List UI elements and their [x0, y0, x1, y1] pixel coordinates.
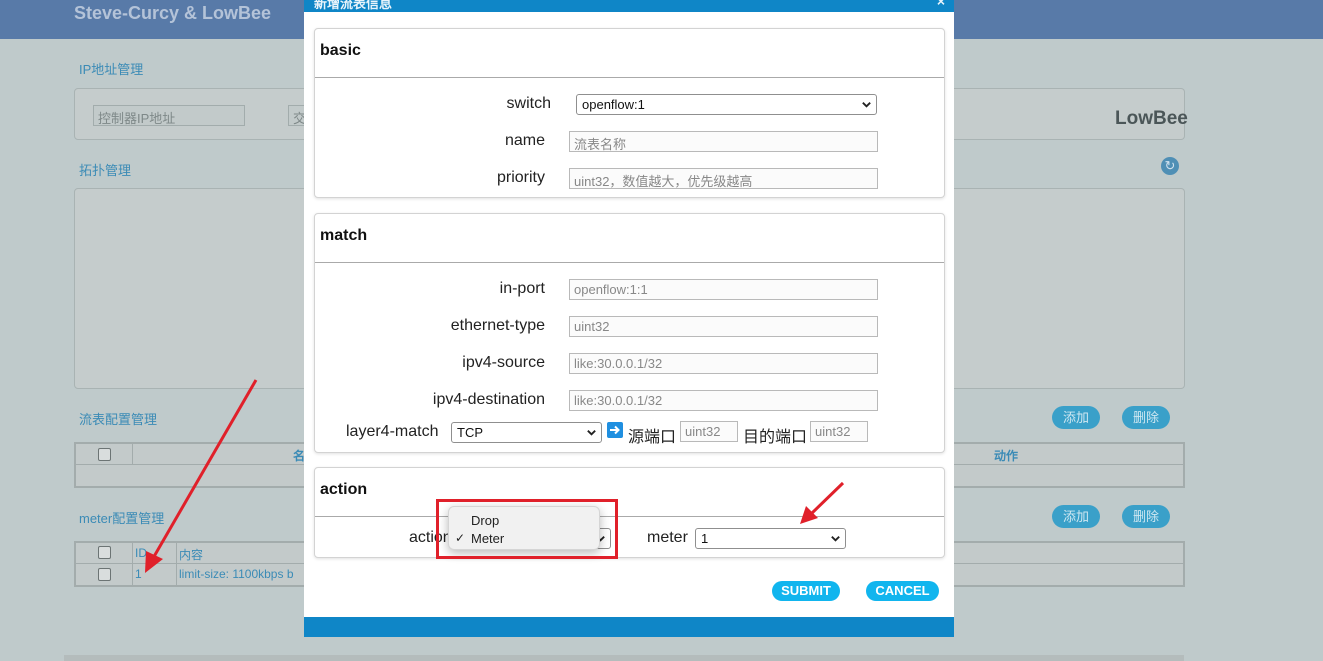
layer4-match-label: layer4-match — [346, 423, 439, 440]
layer4-match-select[interactable]: TCP — [451, 422, 602, 443]
ipv4-source-input[interactable]: like:30.0.0.1/32 — [569, 353, 878, 374]
src-port-label: 源端口 — [628, 429, 677, 446]
meter-section-title: meter配置管理 — [79, 511, 165, 526]
ip-panel: 控制器IP地址 交 — [74, 88, 318, 140]
ethernet-type-label: ethernet-type — [450, 317, 545, 334]
action-title: action — [320, 481, 368, 498]
dialog-footer-bar — [304, 617, 954, 637]
dialog-header: 新增流表信息 × — [304, 0, 954, 12]
switch-select-value: openflow:1 — [582, 97, 645, 112]
topology-section-title: 拓扑管理 — [79, 163, 132, 178]
topology-panel-right — [954, 188, 1185, 389]
cancel-button[interactable]: CANCEL — [866, 581, 939, 601]
flow-add-button[interactable]: 添加 — [1052, 406, 1100, 429]
ipv4-source-label: ipv4-source — [462, 354, 545, 371]
priority-label: priority — [496, 169, 545, 186]
page-bottom-divider — [64, 655, 1184, 661]
chevron-down-icon — [587, 430, 596, 436]
in-port-label: in-port — [499, 280, 545, 297]
basic-title: basic — [320, 42, 361, 59]
src-port-input[interactable]: uint32 — [680, 421, 738, 442]
add-flow-dialog: 新增流表信息 × basic switch openflow:1 name 流表… — [304, 0, 954, 637]
chevron-down-icon — [831, 536, 840, 542]
switch-label: switch — [506, 95, 551, 112]
layer4-match-value: TCP — [457, 425, 483, 440]
meter-label: meter — [647, 529, 688, 546]
basic-card-header: basic — [315, 29, 944, 78]
ipv4-destination-label: ipv4-destination — [432, 391, 545, 408]
dst-port-input[interactable]: uint32 — [810, 421, 868, 442]
meter-select-value: 1 — [701, 531, 709, 546]
meter-row-checkbox[interactable] — [98, 568, 111, 581]
dst-port-label: 目的端口 — [743, 429, 808, 446]
arrow-right-icon — [607, 422, 623, 438]
meter-row-id: 1 — [132, 564, 176, 585]
meter-add-button[interactable]: 添加 — [1052, 505, 1100, 528]
submit-button[interactable]: SUBMIT — [772, 581, 840, 601]
ethernet-type-input[interactable]: uint32 — [569, 316, 878, 337]
flow-section-title: 流表配置管理 — [79, 412, 158, 427]
app-title: Steve-Curcy & LowBee — [74, 3, 272, 23]
brand-logo-text: LowBee — [1115, 108, 1188, 129]
match-card-header: match — [315, 214, 944, 263]
action-label: action — [409, 529, 452, 546]
meter-select-all-checkbox[interactable] — [98, 546, 111, 559]
basic-card: basic switch openflow:1 name 流表名称 priori… — [314, 28, 945, 198]
meter-col-id: ID — [132, 543, 176, 563]
dialog-title: 新增流表信息 — [314, 0, 393, 11]
flow-select-all-checkbox[interactable] — [98, 448, 111, 461]
action-option-meter[interactable]: Meter — [471, 531, 504, 546]
flow-col-action: 动作 — [994, 449, 1019, 463]
match-title: match — [320, 227, 368, 244]
flow-delete-button[interactable]: 删除 — [1122, 406, 1170, 429]
action-dropdown-menu: Drop ✓ Meter — [448, 506, 600, 550]
flow-name-input[interactable]: 流表名称 — [569, 131, 878, 152]
switch-select[interactable]: openflow:1 — [576, 94, 877, 115]
action-card: action action meter 1 — [314, 467, 945, 558]
topology-panel-left — [74, 188, 314, 389]
meter-delete-button[interactable]: 删除 — [1122, 505, 1170, 528]
meter-select[interactable]: 1 — [695, 528, 846, 549]
checkmark-icon: ✓ — [455, 531, 466, 545]
name-label: name — [504, 132, 545, 149]
action-option-drop[interactable]: Drop — [471, 513, 499, 528]
match-card: match in-port openflow:1:1 ethernet-type… — [314, 213, 945, 453]
refresh-icon[interactable]: ↻ — [1161, 157, 1179, 175]
action-card-header: action — [315, 468, 944, 517]
chevron-down-icon — [862, 102, 871, 108]
in-port-input[interactable]: openflow:1:1 — [569, 279, 878, 300]
ipv4-destination-input[interactable]: like:30.0.0.1/32 — [569, 390, 878, 411]
close-icon[interactable]: × — [937, 0, 945, 9]
priority-input[interactable]: uint32，数值越大，优先级越高 — [569, 168, 878, 189]
ip-section-title: IP地址管理 — [79, 62, 144, 77]
controller-ip-input[interactable]: 控制器IP地址 — [93, 105, 245, 126]
